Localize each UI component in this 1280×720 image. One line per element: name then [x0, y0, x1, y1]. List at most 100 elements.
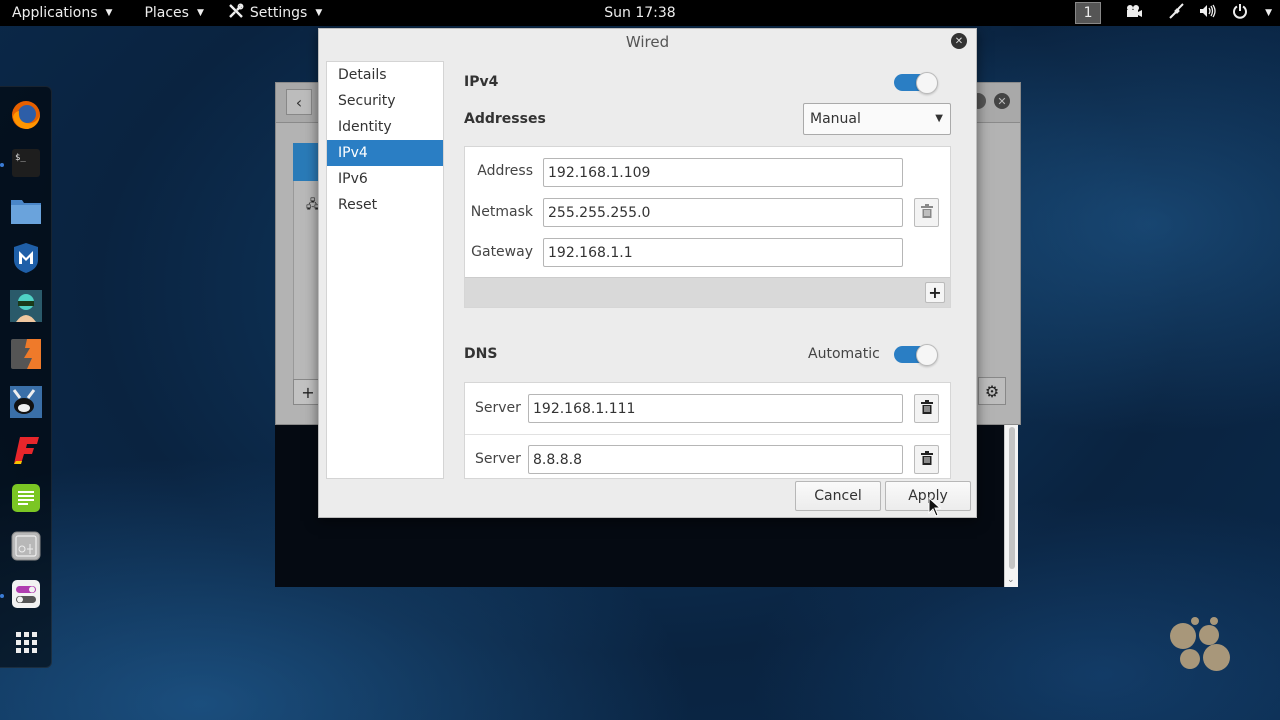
burpsuite-icon: [10, 338, 42, 374]
screenshot-icon: [11, 531, 41, 565]
caret-down-icon[interactable]: ▼: [1265, 8, 1272, 18]
dock-item-metasploit[interactable]: [9, 243, 43, 277]
text-editor-icon: [11, 483, 41, 517]
dock-item-armitage[interactable]: [9, 290, 43, 326]
nav-item-security[interactable]: Security: [327, 88, 443, 114]
places-label: Places: [144, 5, 189, 21]
nav-item-reset[interactable]: Reset: [327, 192, 443, 218]
metasploit-icon: [13, 242, 39, 278]
cancel-button[interactable]: Cancel: [795, 481, 881, 511]
folder-icon: [10, 197, 42, 229]
dock-item-faraday[interactable]: [9, 435, 43, 469]
dns-automatic-label: Automatic: [808, 346, 880, 362]
address-input[interactable]: [543, 158, 903, 187]
settings-menu[interactable]: Settings ▼: [216, 0, 334, 26]
nav-item-details[interactable]: Details: [327, 62, 443, 88]
dns-server-input[interactable]: [528, 394, 903, 423]
dock-item-beef[interactable]: [9, 386, 43, 422]
dialog-close-button[interactable]: ✕: [951, 33, 967, 49]
network-wired-icon[interactable]: [1167, 3, 1185, 23]
dock-item-screenshot[interactable]: [9, 531, 43, 565]
delete-dns-server-button[interactable]: [914, 394, 939, 423]
caret-down-icon: ▼: [935, 113, 943, 124]
nav-item-identity[interactable]: Identity: [327, 114, 443, 140]
ipv4-method-dropdown[interactable]: Manual ▼: [803, 103, 951, 135]
top-panel: Applications ▼ Places ▼ Settings ▼ Sun 1…: [0, 0, 1280, 26]
toggle-knob: [916, 72, 938, 94]
add-address-button[interactable]: +: [925, 282, 945, 303]
gear-button[interactable]: ⚙: [978, 377, 1006, 405]
settings-label: Settings: [249, 5, 308, 21]
places-menu[interactable]: Places ▼: [132, 0, 215, 26]
clock[interactable]: Sun 17:38: [604, 5, 675, 21]
dock-item-settings[interactable]: [0, 579, 43, 613]
ipv4-method-value: Manual: [810, 111, 861, 127]
dock-item-burpsuite[interactable]: [9, 339, 43, 373]
dock-item-text-editor[interactable]: [9, 483, 43, 517]
ipv4-toggle[interactable]: [894, 72, 938, 94]
addresses-panel: Address Netmask Gateway +: [464, 146, 951, 308]
nav-item-ipv6[interactable]: IPv6: [327, 166, 443, 192]
dns-server-input[interactable]: [528, 445, 903, 474]
svg-text:$_: $_: [15, 153, 26, 163]
applications-menu[interactable]: Applications ▼: [0, 0, 124, 26]
close-icon: ✕: [954, 35, 964, 47]
scrollbar-thumb[interactable]: [1009, 427, 1015, 569]
trash-icon: [920, 203, 933, 222]
caret-down-icon: ▼: [105, 8, 113, 18]
delete-address-button[interactable]: [914, 198, 939, 227]
terminal-icon: $_: [11, 148, 41, 182]
dock-item-terminal[interactable]: $_: [0, 148, 43, 182]
distro-logo-icon: [1168, 615, 1232, 671]
gateway-label: Gateway: [471, 244, 533, 260]
divider: [465, 434, 950, 435]
workspace-indicator[interactable]: 1: [1075, 2, 1102, 24]
toggle-settings-icon: [11, 579, 41, 613]
close-icon: ✕: [997, 94, 1007, 108]
addresses-title: Addresses: [464, 111, 546, 127]
power-icon[interactable]: [1231, 3, 1249, 23]
caret-down-icon: ▼: [196, 8, 204, 18]
dock-item-files[interactable]: [9, 196, 43, 229]
gear-icon: ⚙: [984, 381, 1000, 401]
tools-icon: [228, 3, 244, 23]
address-label: Address: [477, 163, 533, 179]
applications-label: Applications: [12, 5, 98, 21]
beef-icon: [9, 386, 42, 422]
back-button[interactable]: ‹: [286, 89, 312, 115]
camera-icon[interactable]: [1125, 4, 1143, 22]
dns-server-label: Server: [475, 400, 521, 416]
netmask-input[interactable]: [543, 198, 903, 227]
dock-item-show-apps[interactable]: [9, 627, 43, 660]
background-scrollbar[interactable]: ⌄: [1004, 425, 1018, 587]
dns-title: DNS: [464, 346, 498, 362]
dns-automatic-toggle[interactable]: [894, 344, 938, 366]
trash-icon: [920, 399, 933, 418]
armitage-icon: [9, 290, 42, 326]
gateway-input[interactable]: [543, 238, 903, 267]
app-grid-icon: [14, 630, 38, 658]
trash-icon: [920, 450, 933, 469]
netmask-label: Netmask: [470, 204, 533, 220]
firefox-icon: [10, 99, 42, 135]
dock: $_: [0, 86, 52, 668]
nav-item-ipv4[interactable]: IPv4: [327, 140, 443, 166]
addresses-footer: +: [465, 277, 950, 307]
plus-icon: +: [928, 283, 942, 302]
settings-close-button[interactable]: ✕: [994, 93, 1010, 109]
running-indicator: [0, 163, 4, 167]
volume-icon[interactable]: [1199, 4, 1217, 22]
running-indicator: [0, 594, 4, 598]
wired-dialog: Wired ✕ Details Security Identity IPv4 I…: [318, 28, 977, 518]
toggle-knob: [916, 344, 938, 366]
faraday-icon: [12, 435, 40, 469]
dock-item-firefox[interactable]: [9, 100, 43, 134]
delete-dns-server-button[interactable]: [914, 445, 939, 474]
chevron-down-icon[interactable]: ⌄: [1007, 575, 1015, 585]
dialog-title: Wired: [625, 33, 670, 51]
dns-server-label: Server: [475, 451, 521, 467]
caret-down-icon: ▼: [315, 8, 323, 18]
ipv4-title: IPv4: [464, 74, 499, 90]
settings-nav: Details Security Identity IPv4 IPv6 Rese…: [326, 61, 444, 479]
dns-panel: Server Server: [464, 382, 951, 479]
